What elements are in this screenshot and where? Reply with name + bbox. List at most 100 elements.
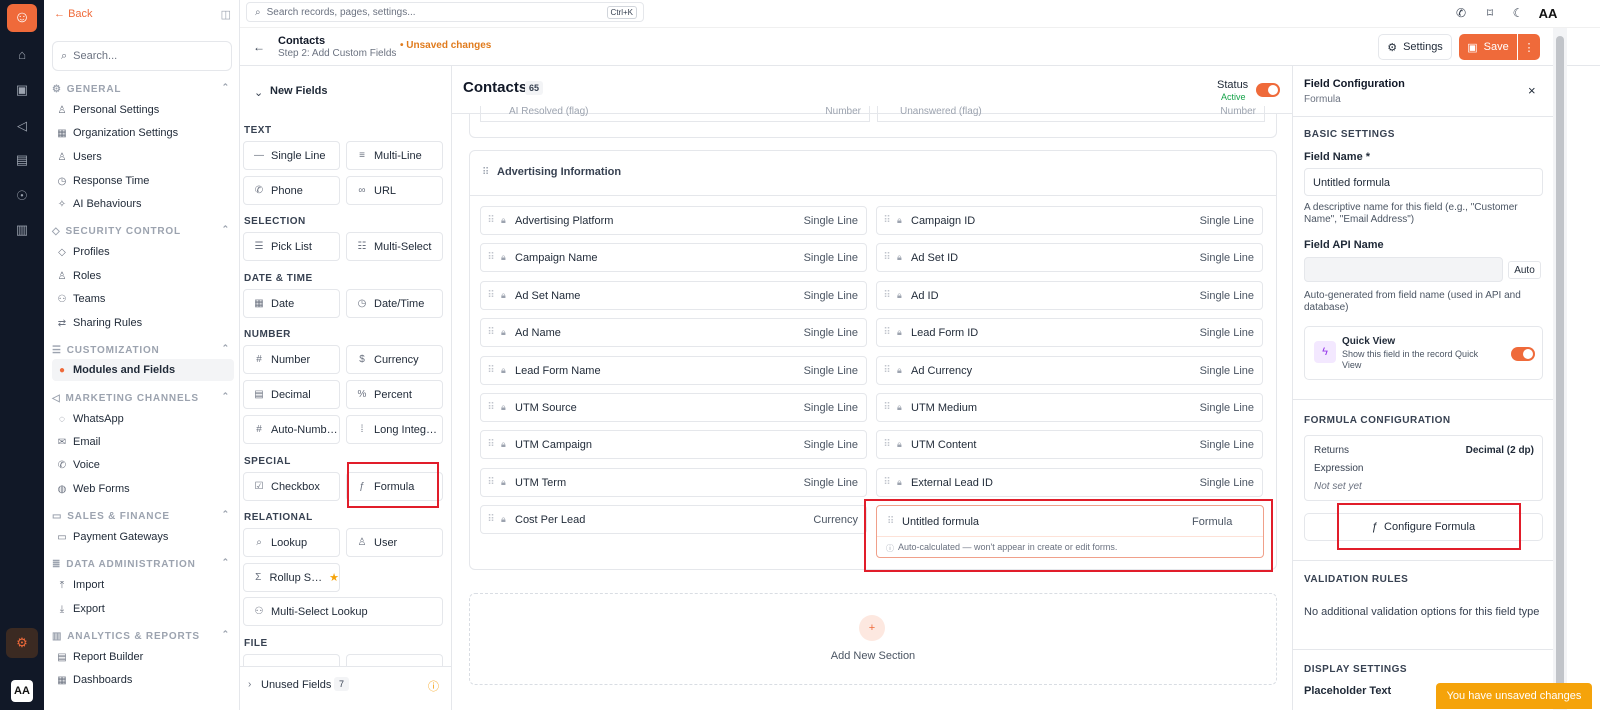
- group-marketing-channels[interactable]: ◁ MARKETING CHANNELS ⌃: [52, 390, 234, 406]
- back-arrow-icon[interactable]: ←: [253, 40, 265, 54]
- field-card[interactable]: ⠿ 🔒︎ Lead Form Name Single Line: [480, 356, 867, 385]
- briefcase-icon[interactable]: ▣: [12, 80, 32, 100]
- field-card[interactable]: ⠿ 🔒︎ UTM Term Single Line: [480, 468, 867, 497]
- field-type-single-line[interactable]: — Single Line: [243, 141, 340, 170]
- field-type-image-upload[interactable]: [346, 654, 443, 666]
- group-sales-finance[interactable]: ▭ SALES & FINANCE ⌃: [52, 508, 234, 524]
- global-search-input[interactable]: ⌕ Search records, pages, settings... Ctr…: [246, 2, 644, 22]
- chevron-down-icon[interactable]: ⌄: [254, 86, 263, 99]
- chart-icon[interactable]: ▥: [12, 220, 32, 240]
- field-card[interactable]: ⠿ 🔒︎ Ad ID Single Line: [876, 281, 1263, 310]
- field-type-rollup-summary[interactable]: Σ Rollup S… ★: [243, 563, 340, 592]
- field-type-file-upload[interactable]: [243, 654, 340, 666]
- field-card[interactable]: ⠿ 🔒︎ Ad Set ID Single Line: [876, 243, 1263, 272]
- sidebar-search-input[interactable]: ⌕ Search...: [52, 41, 232, 71]
- sidebar-item-payment-gateways[interactable]: ▭ Payment Gateways: [52, 526, 234, 548]
- sidebar-item-dashboards[interactable]: ▦ Dashboards: [52, 669, 234, 691]
- megaphone-icon[interactable]: ◁: [12, 116, 32, 136]
- sidebar-item-whatsapp[interactable]: ◌ WhatsApp: [52, 408, 234, 430]
- field-type-multi-select[interactable]: ☷ Multi-Select: [346, 232, 443, 261]
- field-type-currency[interactable]: $ Currency: [346, 345, 443, 374]
- inbox-icon[interactable]: ▤: [12, 150, 32, 170]
- field-card[interactable]: ⠿ 🔒︎ UTM Source Single Line: [480, 393, 867, 422]
- moon-icon[interactable]: ☾: [1510, 5, 1526, 21]
- field-type-percent[interactable]: % Percent: [346, 380, 443, 409]
- sidebar-item-roles[interactable]: ♙ Roles: [52, 265, 234, 287]
- field-card[interactable]: ⠿ 🔒︎ External Lead ID Single Line: [876, 468, 1263, 497]
- sidebar-item-email[interactable]: ✉ Email: [52, 431, 234, 453]
- field-card[interactable]: ⠿ 🔒︎ Ad Currency Single Line: [876, 356, 1263, 385]
- settings-button[interactable]: ⚙ Settings: [1378, 34, 1452, 60]
- api-auto-badge[interactable]: Auto: [1508, 261, 1541, 279]
- sidebar-item-export[interactable]: ⤓ Export: [52, 598, 234, 620]
- sidebar-item-organization-settings[interactable]: ▦ Organization Settings: [52, 122, 234, 144]
- gear-icon[interactable]: ⚙: [6, 628, 38, 658]
- field-type-multi-select-lookup[interactable]: ⚇ Multi-Select Lookup: [243, 597, 443, 626]
- back-link[interactable]: ← Back: [54, 8, 93, 20]
- field-card[interactable]: ⠿ 🔒︎ UTM Medium Single Line: [876, 393, 1263, 422]
- sidebar-item-teams[interactable]: ⚇ Teams: [52, 288, 234, 310]
- scrollbar-thumb[interactable]: [1556, 36, 1564, 696]
- field-type-number[interactable]: # Number: [243, 345, 340, 374]
- sidebar-item-users[interactable]: ♙ Users: [52, 146, 234, 168]
- field-card[interactable]: AI Resolved (flag) Number: [480, 106, 870, 122]
- field-card[interactable]: ⠿ 🔒︎ Campaign Name Single Line: [480, 243, 867, 272]
- field-type-long-integer[interactable]: ⁞ Long Integ…: [346, 415, 443, 444]
- group-security-control[interactable]: ◇ SECURITY CONTROL ⌃: [52, 223, 234, 239]
- sidebar-item-personal-settings[interactable]: ♙ Personal Settings: [52, 99, 234, 121]
- field-type-decimal[interactable]: ▤ Decimal: [243, 380, 340, 409]
- field-card[interactable]: ⠿ 🔒︎ Advertising Platform Single Line: [480, 206, 867, 235]
- field-type-pick-list[interactable]: ☰ Pick List: [243, 232, 340, 261]
- sidebar-item-web-forms[interactable]: ◍ Web Forms: [52, 478, 234, 500]
- field-card[interactable]: ⠿ 🔒︎ UTM Content Single Line: [876, 430, 1263, 459]
- sidebar-item-sharing-rules[interactable]: ⇄ Sharing Rules: [52, 312, 234, 334]
- more-options-icon[interactable]: ⋮: [1518, 34, 1540, 60]
- field-card[interactable]: ⠿ 🔒︎ Cost Per Lead Currency: [480, 505, 867, 534]
- field-card[interactable]: ⠿ 🔒︎ Ad Set Name Single Line: [480, 281, 867, 310]
- group-analytics-reports[interactable]: ▥ ANALYTICS & REPORTS ⌃: [52, 628, 234, 644]
- sidebar-item-response-time[interactable]: ◷ Response Time: [52, 170, 234, 192]
- api-name-input[interactable]: [1304, 257, 1503, 282]
- field-type-user[interactable]: ♙ User: [346, 528, 443, 557]
- bookmark-icon[interactable]: ⌑: [1482, 5, 1498, 21]
- field-type-checkbox[interactable]: ☑ Checkbox: [243, 472, 340, 501]
- field-type-date-time[interactable]: ◷ Date/Time: [346, 289, 443, 318]
- field-type-multi-line[interactable]: ≡ Multi-Line: [346, 141, 443, 170]
- status-toggle[interactable]: [1256, 83, 1280, 97]
- sidebar-item-modules-and-fields[interactable]: ● Modules and Fields: [52, 359, 234, 381]
- add-new-section[interactable]: + Add New Section: [469, 593, 1277, 685]
- app-logo[interactable]: ☺: [7, 4, 37, 32]
- scrollbar[interactable]: [1553, 28, 1567, 710]
- field-type-phone[interactable]: ✆ Phone: [243, 176, 340, 205]
- field-card[interactable]: ⠿ 🔒︎ Ad Name Single Line: [480, 318, 867, 347]
- sidebar-item-import[interactable]: ⤒ Import: [52, 574, 234, 596]
- sidebar-item-ai-behaviours[interactable]: ✧ AI Behaviours: [52, 193, 234, 215]
- save-button[interactable]: ▣ Save: [1459, 34, 1517, 60]
- bot-icon[interactable]: ☉: [12, 186, 32, 206]
- group-data-administration[interactable]: ≣ DATA ADMINISTRATION ⌃: [52, 556, 234, 572]
- close-icon[interactable]: ×: [1528, 83, 1536, 98]
- field-name-input[interactable]: Untitled formula: [1304, 168, 1543, 196]
- unused-fields-bar[interactable]: › Unused Fields 7 ⓘ: [240, 666, 451, 710]
- field-type-lookup[interactable]: ⌕ Lookup: [243, 528, 340, 557]
- quick-view-toggle[interactable]: [1511, 347, 1535, 361]
- avatar[interactable]: AA: [11, 680, 33, 702]
- page-title: Contacts: [278, 35, 326, 47]
- field-card[interactable]: Unanswered (flag) Number: [877, 106, 1265, 122]
- sidebar-item-profiles[interactable]: ◇ Profiles: [52, 241, 234, 263]
- group-general[interactable]: ⚙ GENERAL ⌃: [52, 81, 234, 97]
- field-type-date[interactable]: ▦ Date: [243, 289, 340, 318]
- field-type-auto-number[interactable]: # Auto-Numb…: [243, 415, 340, 444]
- home-icon[interactable]: ⌂: [12, 44, 32, 64]
- phone-icon[interactable]: ✆: [1453, 5, 1469, 21]
- sidebar-item-report-builder[interactable]: ▤ Report Builder: [52, 646, 234, 668]
- field-type-url[interactable]: ∞ URL: [346, 176, 443, 205]
- field-card[interactable]: ⠿ 🔒︎ UTM Campaign Single Line: [480, 430, 867, 459]
- field-card[interactable]: ⠿ 🔒︎ Campaign ID Single Line: [876, 206, 1263, 235]
- drag-handle-icon[interactable]: ⠿: [482, 167, 489, 178]
- collapse-sidebar-icon[interactable]: ◫: [221, 8, 231, 21]
- sidebar-item-voice[interactable]: ✆ Voice: [52, 454, 234, 476]
- field-card[interactable]: ⠿ 🔒︎ Lead Form ID Single Line: [876, 318, 1263, 347]
- user-initials[interactable]: AA: [1536, 5, 1560, 21]
- group-customization[interactable]: ☰ CUSTOMIZATION ⌃: [52, 342, 234, 358]
